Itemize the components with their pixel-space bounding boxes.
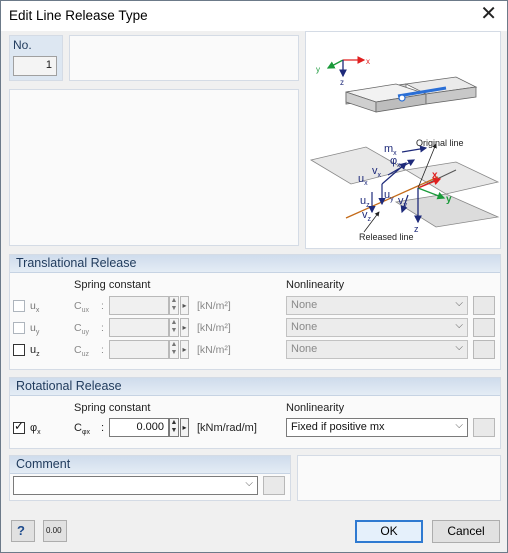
translational-panel: Translational Release Spring constant No… — [9, 254, 501, 370]
chevron-down-icon: ⌵ — [245, 478, 253, 489]
units-icon: 0.00 — [46, 526, 62, 535]
cphix-arrow-icon[interactable]: ▸ — [180, 418, 189, 437]
cuz-label: Cuz — [74, 344, 89, 359]
ux-nonlin-select[interactable]: None ⌵ — [286, 296, 468, 315]
bottom-y-label: y — [446, 194, 452, 205]
comment-title: Comment — [16, 457, 71, 471]
rotational-title: Rotational Release — [16, 379, 122, 393]
uz-nonlin-select[interactable]: None ⌵ — [286, 340, 468, 359]
top-y-label: y — [316, 65, 320, 74]
no-value: 1 — [45, 59, 52, 71]
window-title: Edit Line Release Type — [9, 8, 148, 23]
comment-input[interactable]: ⌵ — [13, 476, 258, 495]
phix-dof-label: φx — [30, 422, 41, 437]
check-icon: ✓ — [14, 419, 25, 433]
top-x-label: x — [366, 57, 370, 66]
vy-label: vy — [398, 195, 408, 209]
cux-unit: [kN/m²] — [197, 300, 231, 312]
release-diagram-svg: x y z Original line Released line mx φx … — [309, 56, 500, 242]
cuz-unit: [kN/m²] — [197, 344, 231, 356]
trans-spring-header: Spring constant — [74, 279, 151, 291]
uz-dof-label: uz — [30, 344, 40, 359]
cphix-colon: : — [101, 422, 105, 434]
cphix-spinner[interactable]: ▲ ▼ — [169, 418, 179, 437]
cuz-colon: : — [101, 344, 104, 356]
cuy-label: Cuy — [74, 322, 89, 337]
ok-button[interactable]: OK — [355, 520, 423, 543]
cphix-value: 0.000 — [136, 421, 164, 433]
uz-nonlin-edit-button[interactable] — [473, 340, 495, 359]
uz-checkbox[interactable] — [13, 344, 25, 356]
cux-colon: : — [101, 300, 104, 312]
released-line-label: Released line — [359, 232, 414, 242]
no-label: No. — [13, 38, 32, 52]
ux-checkbox[interactable] — [13, 300, 25, 312]
cuz-arrow-icon[interactable]: ▸ — [180, 340, 189, 359]
cuy-arrow-icon[interactable]: ▸ — [180, 318, 189, 337]
help-icon: ? — [17, 523, 25, 538]
phix-checkbox[interactable]: ✓ — [13, 419, 25, 434]
rot-nonlin-header: Nonlinearity — [286, 402, 345, 414]
top-z-label: z — [340, 78, 344, 87]
help-button[interactable]: ? — [11, 520, 35, 542]
cuy-input[interactable] — [109, 318, 169, 337]
trans-nonlin-header: Nonlinearity — [286, 279, 345, 291]
bottom-x-label: x — [432, 170, 438, 181]
chevron-down-icon: ⌵ — [455, 320, 463, 331]
rotational-panel: Rotational Release Spring constant Nonli… — [9, 377, 501, 449]
units-button[interactable]: 0.00 — [43, 520, 67, 542]
uz-label: uz — [360, 195, 370, 209]
rot-spring-header: Spring constant — [74, 402, 151, 414]
cuz-input[interactable] — [109, 340, 169, 359]
comment-side-box — [297, 455, 501, 501]
cux-arrow-icon[interactable]: ▸ — [180, 296, 189, 315]
dialog-window: Edit Line Release Type ✕ No. 1 x y z Ori… — [0, 0, 508, 553]
translational-title: Translational Release — [16, 256, 137, 270]
ux-nonlin-edit-button[interactable] — [473, 296, 495, 315]
cux-spinner[interactable]: ▲ ▼ — [169, 296, 179, 315]
chevron-down-icon: ⌵ — [455, 342, 463, 353]
uy-nonlin-select[interactable]: None ⌵ — [286, 318, 468, 337]
title-bar: Edit Line Release Type ✕ — [1, 1, 507, 31]
comment-edit-button[interactable] — [263, 476, 285, 495]
cphix-unit: [kNm/rad/m] — [197, 422, 257, 434]
bottom-z-label: z — [414, 224, 419, 234]
vz-label: vz — [362, 209, 372, 223]
chevron-down-icon: ⌵ — [455, 298, 463, 309]
original-line-label: Original line — [416, 138, 464, 148]
uy-nonlin-edit-button[interactable] — [473, 318, 495, 337]
rotational-header: Rotational Release — [10, 378, 500, 396]
cux-label: Cux — [74, 300, 89, 315]
uy-label: uy — [384, 189, 394, 203]
description-area — [9, 89, 299, 246]
close-icon[interactable]: ✕ — [480, 4, 497, 24]
comment-panel: Comment ⌵ — [9, 455, 291, 501]
chevron-down-icon: ⌵ — [455, 420, 463, 431]
cuy-unit: [kN/m²] — [197, 322, 231, 334]
phix-label: φx — [390, 155, 401, 169]
release-diagram: x y z Original line Released line mx φx … — [305, 31, 501, 249]
phix-nonlin-edit-button[interactable] — [473, 418, 495, 437]
cuz-spinner[interactable]: ▲ ▼ — [169, 340, 179, 359]
uy-checkbox[interactable] — [13, 322, 25, 334]
uy-dof-label: uy — [30, 322, 40, 337]
translational-header: Translational Release — [10, 255, 500, 273]
cux-input[interactable] — [109, 296, 169, 315]
comment-header: Comment — [10, 456, 290, 474]
cuy-spinner[interactable]: ▲ ▼ — [169, 318, 179, 337]
no-field[interactable]: 1 — [13, 56, 57, 76]
cphix-label: Cφx — [74, 422, 90, 437]
cancel-button[interactable]: Cancel — [432, 520, 500, 543]
cphix-input[interactable]: 0.000 — [109, 418, 169, 437]
phix-nonlin-select[interactable]: Fixed if positive mx ⌵ — [286, 418, 468, 437]
cuy-colon: : — [101, 322, 104, 334]
no-panel: No. 1 — [9, 35, 63, 81]
ux-dof-label: ux — [30, 300, 40, 315]
name-box — [69, 35, 299, 81]
